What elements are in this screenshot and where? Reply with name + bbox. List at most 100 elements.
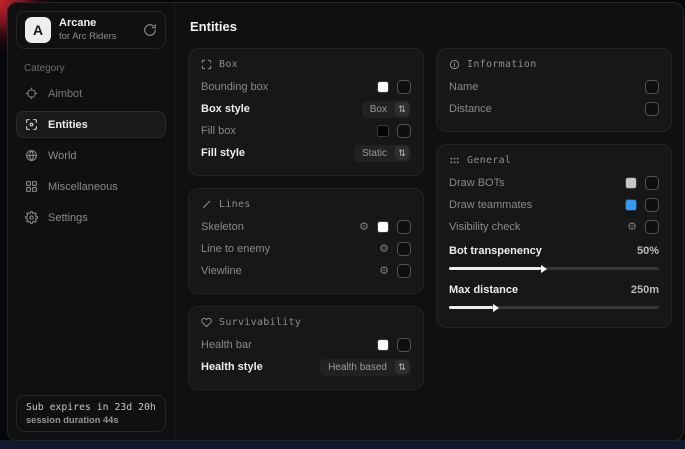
sidebar-item-world[interactable]: World [16, 142, 166, 169]
panel-header-label: Box [219, 59, 238, 70]
sidebar: A Arcane for Arc Riders Category Aimbot [8, 3, 175, 440]
heart-icon [201, 317, 212, 328]
row-max-distance: Max distance 250m [449, 279, 659, 301]
sidebar-item-label: Miscellaneous [48, 181, 118, 193]
info-icon [449, 59, 460, 70]
brand-card: A Arcane for Arc Riders [16, 11, 166, 49]
color-swatch[interactable] [377, 339, 389, 351]
row-box-style: Box style Box ⇅ [201, 98, 411, 120]
dropdown-value: Box [362, 103, 395, 116]
sidebar-item-entities[interactable]: Entities [16, 111, 166, 138]
bot-transparency-slider[interactable] [449, 262, 659, 277]
subscription-info-card: Sub expires in 23d 20h session duration … [16, 395, 166, 432]
updown-icon: ⇅ [395, 360, 409, 374]
sidebar-item-label: World [48, 150, 77, 162]
row-label: Fill box [201, 125, 236, 137]
app-window: A Arcane for Arc Riders Category Aimbot [7, 2, 684, 441]
scan-brackets-icon [201, 59, 212, 70]
checkbox[interactable] [645, 198, 659, 212]
panel-header-label: Survivability [219, 317, 301, 328]
row-health-bar: Health bar [201, 334, 411, 356]
row-draw-bots: Draw BOTs [449, 172, 659, 194]
row-label: Visibility check [449, 221, 520, 233]
box-style-dropdown[interactable]: Box ⇅ [362, 101, 411, 118]
max-distance-group: Max distance 250m [449, 279, 659, 316]
color-swatch[interactable] [377, 125, 389, 137]
dropdown-value: Static [354, 147, 395, 160]
sidebar-item-label: Aimbot [48, 88, 82, 100]
sidebar-item-miscellaneous[interactable]: Miscellaneous [16, 173, 166, 200]
row-label: Name [449, 81, 478, 93]
brand-subtitle: for Arc Riders [59, 31, 117, 43]
panel-information: Information Name Distance [436, 48, 672, 132]
row-settings-icon[interactable]: ⚙ [627, 222, 637, 233]
row-bounding-box: Bounding box [201, 76, 411, 98]
brand-text: Arcane for Arc Riders [59, 17, 117, 43]
checkbox[interactable] [645, 220, 659, 234]
panel-box: Box Bounding box Box style Box ⇅ [188, 48, 424, 176]
row-visibility-check: Visibility check ⚙ [449, 216, 659, 238]
globe-icon [25, 149, 38, 162]
page-title: Entities [190, 19, 672, 34]
row-fill-style: Fill style Static ⇅ [201, 142, 411, 164]
row-label: Distance [449, 103, 492, 115]
panel-lines: Lines Skeleton ⚙ Line to enemy ⚙ [188, 188, 424, 294]
left-column: Box Bounding box Box style Box ⇅ [188, 48, 424, 390]
checkbox[interactable] [397, 242, 411, 256]
row-label: Fill style [201, 147, 245, 159]
row-label: Health bar [201, 339, 252, 351]
health-style-dropdown[interactable]: Health based ⇅ [320, 359, 411, 376]
panel-general: General Draw BOTs Draw teammates [436, 144, 672, 328]
gear-icon [25, 211, 38, 224]
row-draw-teammates: Draw teammates [449, 194, 659, 216]
checkbox[interactable] [645, 80, 659, 94]
grid-icon [25, 180, 38, 193]
checkbox[interactable] [645, 176, 659, 190]
row-label: Draw teammates [449, 199, 532, 211]
color-swatch[interactable] [625, 177, 637, 189]
sidebar-item-label: Settings [48, 212, 88, 224]
sidebar-item-label: Entities [48, 119, 88, 131]
row-label: Health style [201, 361, 263, 373]
row-distance: Distance [449, 98, 659, 120]
refresh-icon[interactable] [143, 23, 157, 37]
scan-eye-icon [25, 118, 38, 131]
color-swatch[interactable] [377, 221, 389, 233]
panel-header-label: General [467, 155, 511, 166]
checkbox[interactable] [397, 124, 411, 138]
row-name: Name [449, 76, 659, 98]
checkbox[interactable] [397, 220, 411, 234]
row-settings-icon[interactable]: ⚙ [359, 222, 369, 233]
max-distance-slider[interactable] [449, 301, 659, 316]
row-line-to-enemy: Line to enemy ⚙ [201, 238, 411, 260]
panel-survivability: Survivability Health bar Health style He… [188, 306, 424, 390]
row-label: Viewline [201, 265, 242, 277]
panel-header-label: Lines [219, 199, 251, 210]
row-viewline: Viewline ⚙ [201, 260, 411, 282]
slider-value: 250m [631, 284, 659, 296]
sidebar-item-aimbot[interactable]: Aimbot [16, 80, 166, 107]
right-column: Information Name Distance [436, 48, 672, 328]
row-label: Line to enemy [201, 243, 270, 255]
checkbox[interactable] [397, 264, 411, 278]
row-label: Bot transpenency [449, 245, 542, 257]
checkbox[interactable] [397, 80, 411, 94]
diagonal-line-icon [201, 199, 212, 210]
panel-header-label: Information [467, 59, 537, 70]
checkbox[interactable] [397, 338, 411, 352]
color-swatch[interactable] [625, 199, 637, 211]
updown-icon: ⇅ [395, 146, 409, 160]
row-settings-icon[interactable]: ⚙ [379, 244, 389, 255]
session-duration-text: session duration 44s [26, 415, 156, 425]
row-settings-icon[interactable]: ⚙ [379, 266, 389, 277]
slider-fill [449, 306, 493, 309]
color-swatch[interactable] [377, 81, 389, 93]
sidebar-item-settings[interactable]: Settings [16, 204, 166, 231]
row-label: Box style [201, 103, 250, 115]
slider-value: 50% [637, 245, 659, 257]
row-label: Draw BOTs [449, 177, 505, 189]
fill-style-dropdown[interactable]: Static ⇅ [354, 145, 411, 162]
checkbox[interactable] [645, 102, 659, 116]
updown-icon: ⇅ [395, 102, 409, 116]
bot-transparency-group: Bot transpenency 50% [449, 240, 659, 277]
